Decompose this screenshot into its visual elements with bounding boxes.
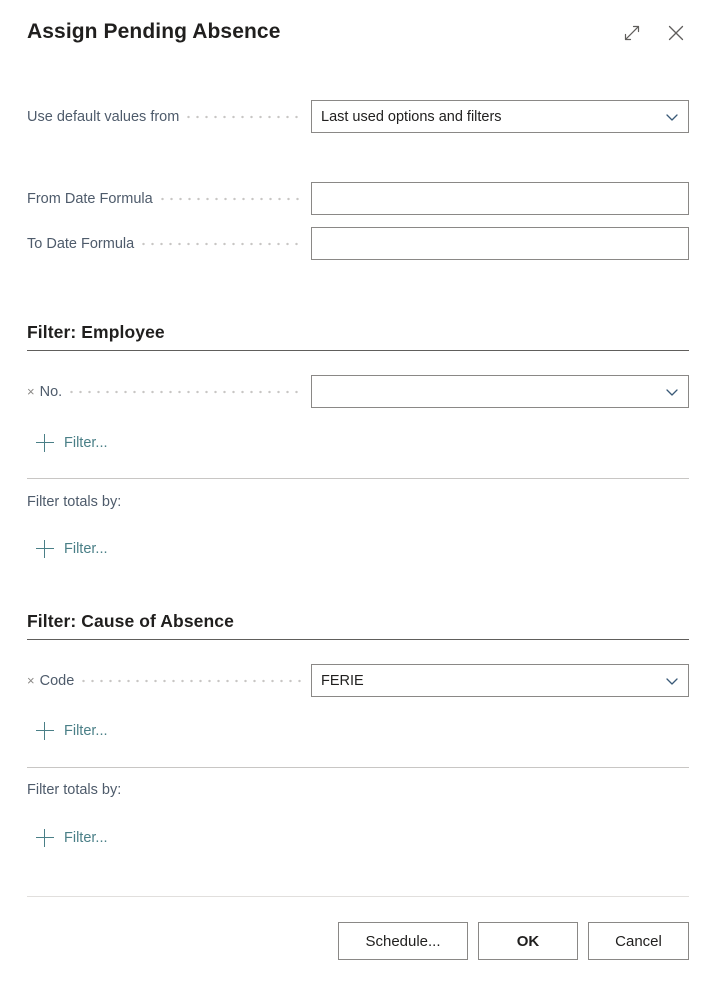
employee-totals-add-filter-link[interactable]: Filter... xyxy=(36,540,108,558)
leader-dots xyxy=(142,236,303,251)
expand-button[interactable] xyxy=(619,20,645,46)
cancel-button[interactable]: Cancel xyxy=(588,922,689,960)
to-date-formula-label: To Date Formula xyxy=(27,235,135,252)
footer-divider xyxy=(27,896,689,897)
remove-filter-icon[interactable]: × xyxy=(27,385,35,398)
remove-filter-icon[interactable]: × xyxy=(27,674,35,687)
employee-no-label: No. xyxy=(39,383,63,400)
plus-icon xyxy=(36,434,54,452)
plus-icon xyxy=(36,540,54,558)
employee-filter-totals-label: Filter totals by: xyxy=(27,494,122,510)
employee-totals-divider xyxy=(27,478,689,479)
row-to-date-formula: To Date Formula xyxy=(0,227,715,260)
leader-dots xyxy=(160,191,303,206)
employee-add-filter-label: Filter... xyxy=(64,435,108,451)
cause-filter-totals-label: Filter totals by: xyxy=(27,782,122,798)
from-date-formula-label: From Date Formula xyxy=(27,190,153,207)
from-date-formula-input[interactable] xyxy=(311,182,689,215)
employee-no-label-wrap: × No. xyxy=(27,375,303,408)
cause-code-value: FERIE xyxy=(321,672,364,689)
dialog-header: Assign Pending Absence xyxy=(0,0,715,72)
row-cause-code: × Code FERIE xyxy=(0,664,715,697)
plus-icon xyxy=(36,722,54,740)
leader-dots xyxy=(82,673,303,688)
filter-cause-title: Filter: Cause of Absence xyxy=(27,611,234,631)
close-icon xyxy=(666,23,686,43)
row-employee-no: × No. xyxy=(0,375,715,408)
cause-add-filter-label: Filter... xyxy=(64,723,108,739)
filter-employee-rule xyxy=(27,350,689,351)
page-title: Assign Pending Absence xyxy=(27,20,281,43)
employee-no-dropdown[interactable] xyxy=(311,375,689,408)
filter-cause-rule xyxy=(27,639,689,640)
footer-buttons: Schedule... OK Cancel xyxy=(0,921,715,961)
use-default-values-label: Use default values from xyxy=(27,108,180,125)
cause-code-label: Code xyxy=(39,672,75,689)
from-date-formula-label-wrap: From Date Formula xyxy=(27,182,303,215)
chevron-down-icon[interactable] xyxy=(664,109,680,125)
cause-totals-add-filter-label: Filter... xyxy=(64,830,108,846)
cause-totals-divider xyxy=(27,767,689,768)
cause-code-label-wrap: × Code xyxy=(27,664,303,697)
row-use-default-values: Use default values from Last used option… xyxy=(0,100,715,133)
cause-totals-add-filter-link[interactable]: Filter... xyxy=(36,829,108,847)
plus-icon xyxy=(36,829,54,847)
section-filter-cause-of-absence: Filter: Cause of Absence xyxy=(27,611,689,632)
ok-button[interactable]: OK xyxy=(478,922,578,960)
expand-icon xyxy=(623,24,641,42)
employee-totals-add-filter-label: Filter... xyxy=(64,541,108,557)
cause-code-dropdown[interactable]: FERIE xyxy=(311,664,689,697)
schedule-button[interactable]: Schedule... xyxy=(338,922,468,960)
chevron-down-icon[interactable] xyxy=(664,384,680,400)
section-filter-employee: Filter: Employee xyxy=(27,322,689,343)
leader-dots xyxy=(187,109,303,124)
row-from-date-formula: From Date Formula xyxy=(0,182,715,215)
use-default-values-label-wrap: Use default values from xyxy=(27,100,303,133)
leader-dots xyxy=(70,384,303,399)
chevron-down-icon[interactable] xyxy=(664,673,680,689)
to-date-formula-label-wrap: To Date Formula xyxy=(27,227,303,260)
header-actions xyxy=(619,20,689,46)
close-button[interactable] xyxy=(663,20,689,46)
use-default-values-dropdown[interactable]: Last used options and filters xyxy=(311,100,689,133)
cause-add-filter-link[interactable]: Filter... xyxy=(36,722,108,740)
use-default-values-value: Last used options and filters xyxy=(321,108,502,125)
employee-add-filter-link[interactable]: Filter... xyxy=(36,434,108,452)
filter-employee-title: Filter: Employee xyxy=(27,322,165,342)
to-date-formula-input[interactable] xyxy=(311,227,689,260)
